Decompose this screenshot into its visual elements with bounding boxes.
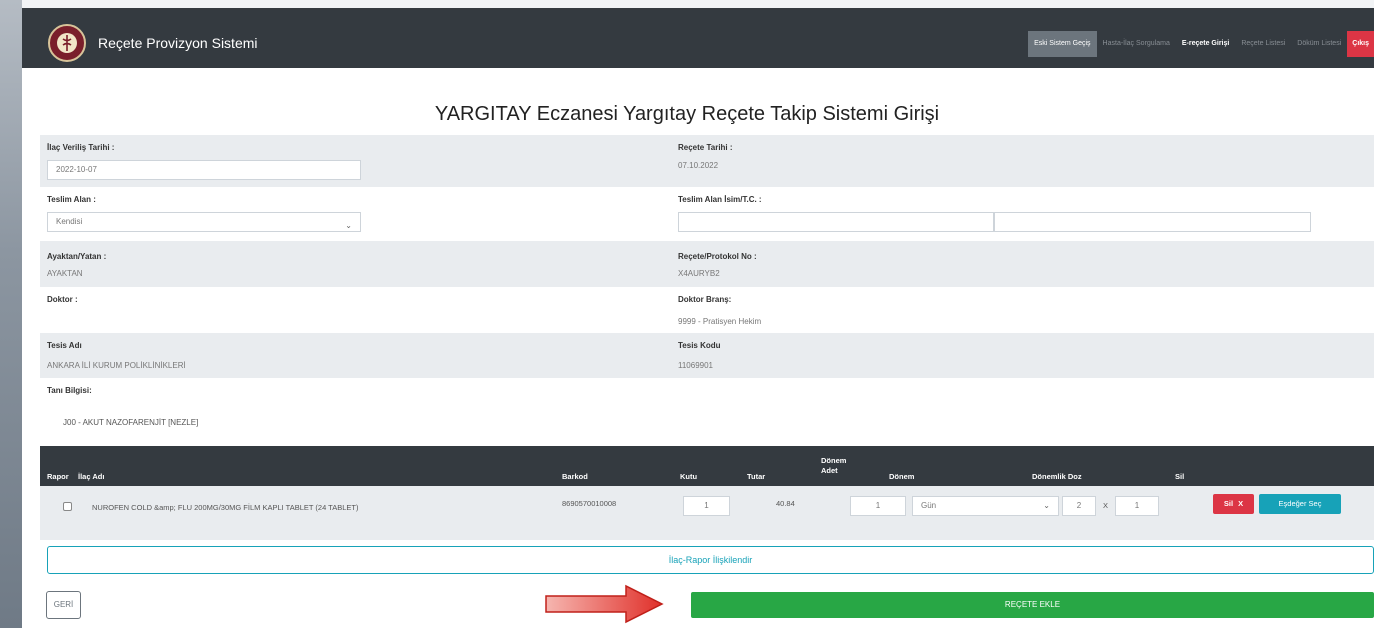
- tesis-kodu-label: Tesis Kodu: [678, 341, 721, 350]
- teslim-alan-value: Kendisi: [56, 217, 83, 226]
- th-barkod: Barkod: [562, 472, 588, 481]
- protokol-value: X4AURYB2: [678, 269, 720, 278]
- logo-icon[interactable]: [48, 24, 86, 62]
- teslim-alan-isim-label: Teslim Alan İsim/T.C. :: [678, 195, 762, 204]
- doz-a-input[interactable]: 2: [1062, 496, 1096, 516]
- th-sil: Sil: [1175, 472, 1185, 481]
- nav-menu: Eski Sistem Geçiş Hasta-İlaç Sorgulama E…: [1028, 31, 1374, 57]
- red-arrow-annotation-icon: [545, 584, 664, 624]
- teslim-alan-isim-input[interactable]: [678, 212, 994, 232]
- protokol-label: Reçete/Protokol No :: [678, 252, 757, 261]
- teslim-alan-select[interactable]: Kendisi ⌄: [47, 212, 361, 232]
- top-strip: [22, 0, 1374, 8]
- close-icon: X: [1238, 499, 1244, 508]
- tani-label: Tanı Bilgisi:: [47, 386, 92, 395]
- ilac-rapor-iliskilendir-button[interactable]: İlaç-Rapor İlişkilendir: [47, 546, 1374, 574]
- table-row: NUROFEN COLD &amp; FLU 200MG/30MG FİLM K…: [40, 486, 1374, 540]
- drug-table-header: Rapor İlaç Adı Barkod Kutu Tutar Dönem A…: [40, 446, 1374, 486]
- th-donem-adet: Dönem Adet: [821, 456, 847, 475]
- recete-tarihi-label: Reçete Tarihi :: [678, 143, 733, 152]
- esdeger-sec-button[interactable]: Eşdeğer Seç: [1259, 494, 1341, 514]
- ilac-adi-cell: NUROFEN COLD &amp; FLU 200MG/30MG FİLM K…: [92, 503, 359, 512]
- tesis-adi-value: ANKARA İLİ KURUM POLİKLİNİKLERİ: [47, 361, 186, 370]
- doktor-brans-value: 9999 - Pratisyen Hekim: [678, 317, 762, 326]
- nav-dokum-listesi[interactable]: Döküm Listesi: [1291, 31, 1347, 57]
- th-donemlik-doz: Dönemlik Doz: [1032, 472, 1082, 481]
- recete-tarihi-value: 07.10.2022: [678, 161, 719, 170]
- form-row-tesis: Tesis Adı ANKARA İLİ KURUM POLİKLİNİKLER…: [40, 333, 1374, 378]
- chevron-down-icon: ⌄: [345, 221, 352, 230]
- form-row-tani: Tanı Bilgisi: J00 - AKUT NAZOFARENJİT [N…: [40, 378, 1374, 446]
- nav-e-recete[interactable]: E-reçete Girişi: [1176, 31, 1235, 57]
- top-navbar: Reçete Provizyon Sistemi Eski Sistem Geç…: [22, 8, 1374, 68]
- ilac-verilis-label: İlaç Veriliş Tarihi :: [47, 143, 115, 152]
- th-ilac-adi: İlaç Adı: [78, 472, 105, 481]
- donem-value: Gün: [921, 501, 937, 510]
- doktor-label: Doktor :: [47, 295, 78, 304]
- sil-button[interactable]: Sil X: [1213, 494, 1254, 514]
- tesis-adi-label: Tesis Adı: [47, 341, 82, 350]
- page-title: YARGITAY Eczanesi Yargıtay Reçete Takip …: [434, 103, 940, 125]
- left-decor-strip: [0, 0, 22, 628]
- barkod-cell: 8690570010008: [562, 499, 617, 508]
- form-row-doktor: Doktor : Doktor Branş: 9999 - Pratisyen …: [40, 287, 1374, 333]
- th-donem: Dönem: [889, 472, 915, 481]
- th-kutu: Kutu: [680, 472, 698, 481]
- form-row-ayaktan: Ayaktan/Yatan : AYAKTAN Reçete/Protokol …: [40, 241, 1374, 287]
- kutu-input[interactable]: 1: [683, 496, 730, 516]
- rapor-checkbox[interactable]: [63, 502, 72, 511]
- logout-button[interactable]: Çıkış: [1347, 31, 1374, 57]
- recete-ekle-button[interactable]: REÇETE EKLE: [691, 592, 1374, 618]
- tani-value: J00 - AKUT NAZOFARENJİT [NEZLE]: [63, 418, 199, 427]
- ilac-verilis-date-input[interactable]: 2022-10-07: [47, 160, 361, 180]
- donem-select[interactable]: Gün ⌄: [912, 496, 1059, 516]
- tesis-kodu-value: 11069901: [678, 361, 713, 370]
- teslim-alan-tc-input[interactable]: [994, 212, 1311, 232]
- form-row-teslim: Teslim Alan : Kendisi ⌄ Teslim Alan İsim…: [40, 187, 1374, 239]
- form-row-dates: İlaç Veriliş Tarihi : 2022-10-07 Reçete …: [40, 135, 1374, 187]
- sil-label: Sil: [1223, 499, 1234, 508]
- doktor-brans-label: Doktor Branş:: [678, 295, 732, 304]
- th-rapor: Rapor: [47, 472, 69, 481]
- tutar-cell: 40.84: [776, 499, 795, 508]
- geri-button[interactable]: GERİ: [46, 591, 81, 619]
- teslim-alan-label: Teslim Alan :: [47, 195, 96, 204]
- doz-b-input[interactable]: 1: [1115, 496, 1159, 516]
- brand-title[interactable]: Reçete Provizyon Sistemi: [98, 35, 258, 51]
- donem-adet-input[interactable]: 1: [850, 496, 906, 516]
- th-tutar: Tutar: [747, 472, 766, 481]
- ayaktan-value: AYAKTAN: [47, 269, 83, 278]
- nav-hasta-ilac[interactable]: Hasta-İlaç Sorgulama: [1097, 31, 1176, 57]
- nav-eski-sistem[interactable]: Eski Sistem Geçiş: [1028, 31, 1097, 57]
- caduceus-icon: [57, 33, 77, 53]
- nav-recete-listesi[interactable]: Reçete Listesi: [1235, 31, 1291, 57]
- doz-multiply: X: [1103, 501, 1109, 510]
- ayaktan-label: Ayaktan/Yatan :: [47, 252, 107, 261]
- chevron-down-icon: ⌄: [1043, 501, 1050, 510]
